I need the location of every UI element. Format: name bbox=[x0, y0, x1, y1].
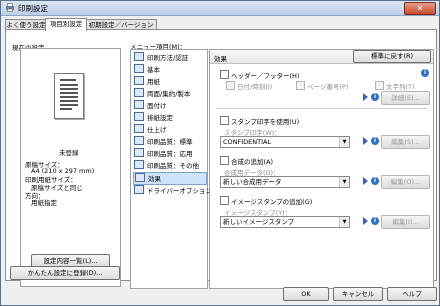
info-icon[interactable]: i bbox=[371, 217, 379, 225]
duplex-icon bbox=[134, 88, 144, 97]
cancel-button[interactable]: キャンセル bbox=[333, 287, 383, 301]
menu-item-output[interactable]: 排紙設定 bbox=[133, 112, 205, 123]
print-method-icon bbox=[134, 52, 144, 61]
chevron-down-icon: ▼ bbox=[339, 177, 349, 187]
registration-status: 未登録 bbox=[59, 149, 79, 157]
page-preview-icon bbox=[54, 73, 84, 119]
header-footer-details-button[interactable]: 詳細(E)... bbox=[381, 91, 430, 105]
menu-item-duplex[interactable]: 両面/集約/製本 bbox=[133, 88, 205, 99]
driver-option-icon bbox=[134, 185, 144, 194]
menu-item-quality-other[interactable]: 印刷品質：その他 bbox=[133, 160, 205, 171]
text-label: 文字列(T) bbox=[386, 83, 415, 91]
quality-other-icon bbox=[134, 160, 144, 169]
effect-icon bbox=[135, 173, 145, 182]
image-stamp-checkbox[interactable] bbox=[220, 196, 229, 205]
info-icon[interactable]: i bbox=[371, 137, 379, 145]
datetime-label: 日付/時刻(I) bbox=[237, 83, 273, 91]
finishing-icon bbox=[134, 124, 144, 133]
quality-icon bbox=[134, 136, 144, 145]
info-icon[interactable]: i bbox=[371, 93, 379, 101]
close-button[interactable]: ✕ bbox=[404, 2, 436, 15]
title-bar: 印刷設定 ✕ bbox=[1, 1, 439, 16]
menu-item-effect[interactable]: 効果 bbox=[133, 172, 207, 185]
imposition-icon bbox=[134, 100, 144, 109]
menu-item-list: 印刷方法/認証 基本 用紙 両面/集約/製本 面付け 排紙設定 仕上げ 印刷品質… bbox=[130, 49, 212, 289]
image-stamp-select[interactable]: 新しいイメージスタンプ ▼ bbox=[220, 216, 350, 228]
info-icon[interactable]: i bbox=[371, 177, 379, 185]
divider bbox=[216, 108, 427, 109]
menu-item-finishing[interactable]: 仕上げ bbox=[133, 124, 205, 135]
help-button[interactable]: ヘルプ bbox=[387, 287, 437, 301]
printer-icon bbox=[6, 3, 14, 12]
menu-item-imposition[interactable]: 面付け bbox=[133, 100, 205, 111]
reset-default-button[interactable]: 標準に戻す(R) bbox=[353, 50, 431, 63]
menu-item-basic[interactable]: 基本 bbox=[133, 64, 205, 75]
menu-item-print-method[interactable]: 印刷方法/認証 bbox=[133, 52, 205, 63]
window-title: 印刷設定 bbox=[18, 4, 48, 13]
form-edit-button[interactable]: 編集(O)... bbox=[381, 175, 430, 189]
play-arrow-icon bbox=[363, 93, 368, 101]
register-quick-setting-button[interactable]: かんたん設定に登録(D)... bbox=[10, 266, 120, 280]
tab-detail[interactable]: 項目別設定 bbox=[45, 18, 87, 31]
settings-preview: 未登録 原稿サイズ： A4 (210 x 297 mm) 印刷用紙サイズ： 原稿… bbox=[20, 48, 121, 287]
menu-item-paper[interactable]: 用紙 bbox=[133, 76, 205, 87]
effect-title: 効果 bbox=[214, 55, 227, 63]
menu-item-driver-option[interactable]: ドライバーオプション bbox=[133, 185, 212, 196]
quality-advanced-icon bbox=[134, 148, 144, 157]
stamp-checkbox[interactable] bbox=[220, 116, 229, 125]
tab-panel: 現在の設定 未登録 原稿サイズ： A4 (210 x 297 mm) 印刷用紙サ… bbox=[5, 29, 437, 289]
play-arrow-icon bbox=[363, 217, 368, 225]
form-overlay-checkbox[interactable] bbox=[220, 156, 229, 165]
form-data-select[interactable]: 新しい合成用データ ▼ bbox=[220, 176, 350, 188]
effect-panel: 効果 標準に戻す(R) ヘッダー／フッター(H) i 日付/時刻(I) ページ番… bbox=[209, 49, 434, 289]
page-number-label: ページ番号(P) bbox=[307, 83, 349, 91]
effect-header: 効果 標準に戻す(R) bbox=[210, 50, 433, 64]
print-settings-window: 印刷設定 ✕ よく使う設定 項目別設定 初期設定／バージョン 現在の設定 未登録… bbox=[0, 0, 440, 306]
play-arrow-icon bbox=[363, 177, 368, 185]
page-number-checkbox[interactable] bbox=[296, 81, 305, 90]
info-icon[interactable]: i bbox=[421, 69, 429, 77]
stamp-check-label: スタンプ印字を使用(U) bbox=[231, 118, 300, 126]
image-stamp-edit-button[interactable]: 編集(I)... bbox=[381, 215, 430, 229]
paper-icon bbox=[134, 76, 144, 85]
image-check-label: イメージスタンプの追加(G) bbox=[231, 198, 313, 206]
stamp-select[interactable]: CONFIDENTIAL ▼ bbox=[220, 136, 350, 148]
stamp-edit-button[interactable]: 編集(S)... bbox=[381, 135, 430, 149]
header-footer-label: ヘッダー／フッター(H) bbox=[231, 72, 300, 80]
play-arrow-icon bbox=[363, 137, 368, 145]
ok-button[interactable]: OK bbox=[283, 287, 329, 301]
menu-item-quality-standard[interactable]: 印刷品質：標準 bbox=[133, 136, 205, 147]
datetime-checkbox[interactable] bbox=[226, 81, 235, 90]
basic-icon bbox=[134, 64, 144, 73]
form-check-label: 合成の追加(A) bbox=[231, 158, 274, 166]
header-footer-checkbox[interactable] bbox=[220, 70, 229, 79]
chevron-down-icon: ▼ bbox=[339, 217, 349, 227]
output-icon bbox=[134, 112, 144, 121]
orientation-value: 用紙指定 bbox=[31, 199, 57, 207]
chevron-down-icon: ▼ bbox=[339, 137, 349, 147]
text-checkbox[interactable] bbox=[375, 81, 384, 90]
menu-item-quality-advanced[interactable]: 印刷品質：応用 bbox=[133, 148, 205, 159]
